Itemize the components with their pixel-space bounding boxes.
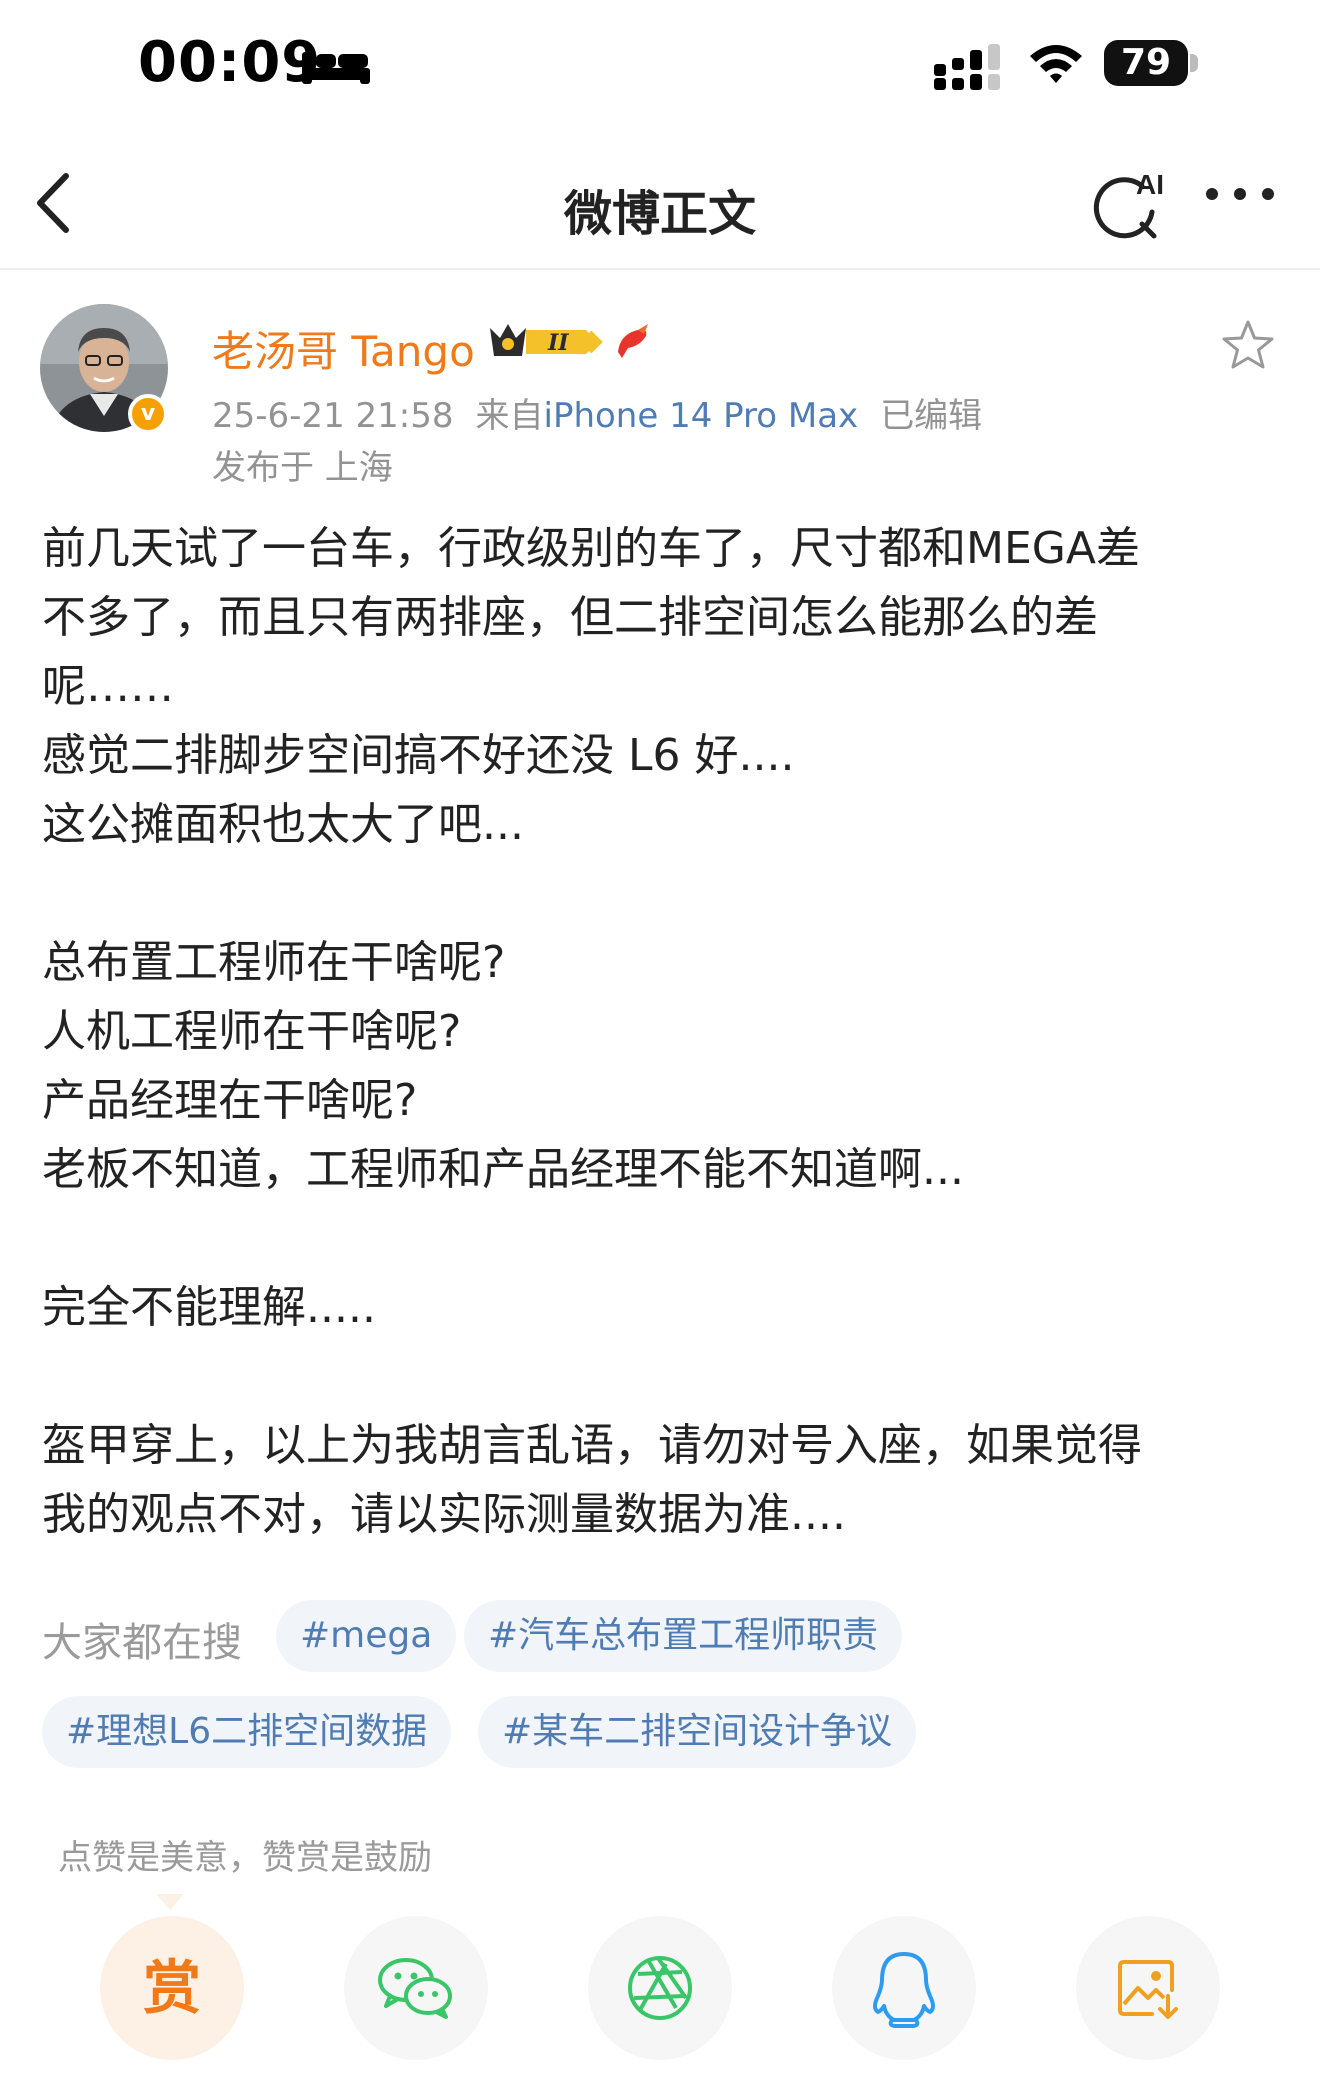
wechat-button[interactable] <box>344 1916 488 2060</box>
source-prefix: 来自 <box>475 396 544 436</box>
post-line: 老板不知道，工程师和产品经理不能不知道啊... <box>42 1144 964 1195</box>
post-line: 呢…… <box>42 661 174 712</box>
signal-icon <box>934 44 1000 90</box>
search-tag-l6-space[interactable]: #理想L6二排空间数据 <box>42 1696 452 1768</box>
reward-pointer <box>156 1894 184 1910</box>
post-line: 产品经理在干啥呢? <box>42 1075 418 1126</box>
post-line: 我的观点不对，请以实际测量数据为准.... <box>42 1489 846 1540</box>
bed-icon <box>302 52 370 84</box>
post-meta: 25-6-21 21:58 来自iPhone 14 Pro Max 已编辑 <box>212 388 982 437</box>
post-timestamp: 25-6-21 21:58 <box>212 396 454 436</box>
post-line: 感觉二排脚步空间搞不好还没 L6 好.... <box>42 730 795 781</box>
post-blank-line <box>42 1342 1282 1411</box>
save-image-button[interactable] <box>1076 1916 1220 2060</box>
moments-button[interactable] <box>588 1916 732 2060</box>
related-search-label: 大家都在搜 <box>42 1620 242 1666</box>
ai-label: AI <box>1136 169 1164 200</box>
post-source[interactable]: iPhone 14 Pro Max <box>544 396 859 436</box>
moments-icon <box>628 1956 692 2020</box>
vip-level: II <box>547 330 569 356</box>
verified-badge: v <box>128 394 168 434</box>
author-name[interactable]: 老汤哥 Tango <box>212 318 475 379</box>
post-line: 不多了，而且只有两排座，但二排空间怎么能那么的差 <box>42 592 1098 643</box>
qq-button[interactable] <box>832 1916 976 2060</box>
reward-button-label: 赏 <box>142 1954 201 2022</box>
post-body: 前几天试了一台车，行政级别的车了，尺寸都和MEGA差 不多了，而且只有两排座，但… <box>42 514 1282 1549</box>
battery-tip <box>1190 54 1198 72</box>
reward-hint: 点赞是美意，赞赏是鼓励 <box>58 1838 432 1878</box>
status-bar: 00:09 79 <box>0 0 1320 130</box>
nav-bar: 微博正文 AI <box>0 140 1320 270</box>
post-line: 完全不能理解..... <box>42 1282 376 1333</box>
fish-icon <box>618 324 648 358</box>
search-tag-engineer-duty[interactable]: #汽车总布置工程师职责 <box>464 1600 903 1672</box>
post-blank-line <box>42 859 1282 928</box>
more-icon[interactable] <box>1204 186 1276 202</box>
status-time: 00:09 <box>138 30 322 95</box>
save-image-icon <box>1118 1960 1178 2019</box>
vip-badge[interactable]: II <box>486 318 606 366</box>
edited-label[interactable]: 已编辑 <box>880 396 982 436</box>
post-line: 人机工程师在干啥呢? <box>42 1006 462 1057</box>
battery-level: 79 <box>1120 42 1172 83</box>
post-line: 这公摊面积也太大了吧... <box>42 799 524 850</box>
search-tag-mega[interactable]: #mega <box>276 1600 457 1672</box>
post-line: 总布置工程师在干啥呢? <box>42 937 506 988</box>
post-location: 发布于 上海 <box>212 448 393 488</box>
post-blank-line <box>42 1204 1282 1273</box>
ai-search-icon[interactable]: AI <box>1090 164 1170 244</box>
wifi-icon <box>1030 45 1082 83</box>
wechat-icon <box>378 1958 452 2019</box>
post-line: 盔甲穿上，以上为我胡言乱语，请勿对号入座，如果觉得 <box>42 1420 1142 1471</box>
battery-icon: 79 <box>1104 40 1188 86</box>
favorite-star-icon[interactable] <box>1220 318 1276 374</box>
post-line: 前几天试了一台车，行政级别的车了，尺寸都和MEGA差 <box>42 523 1140 574</box>
qq-icon <box>873 1952 935 2028</box>
search-tag-space-dispute[interactable]: #某车二排空间设计争议 <box>478 1696 917 1768</box>
reward-button[interactable]: 赏 <box>100 1916 244 2060</box>
